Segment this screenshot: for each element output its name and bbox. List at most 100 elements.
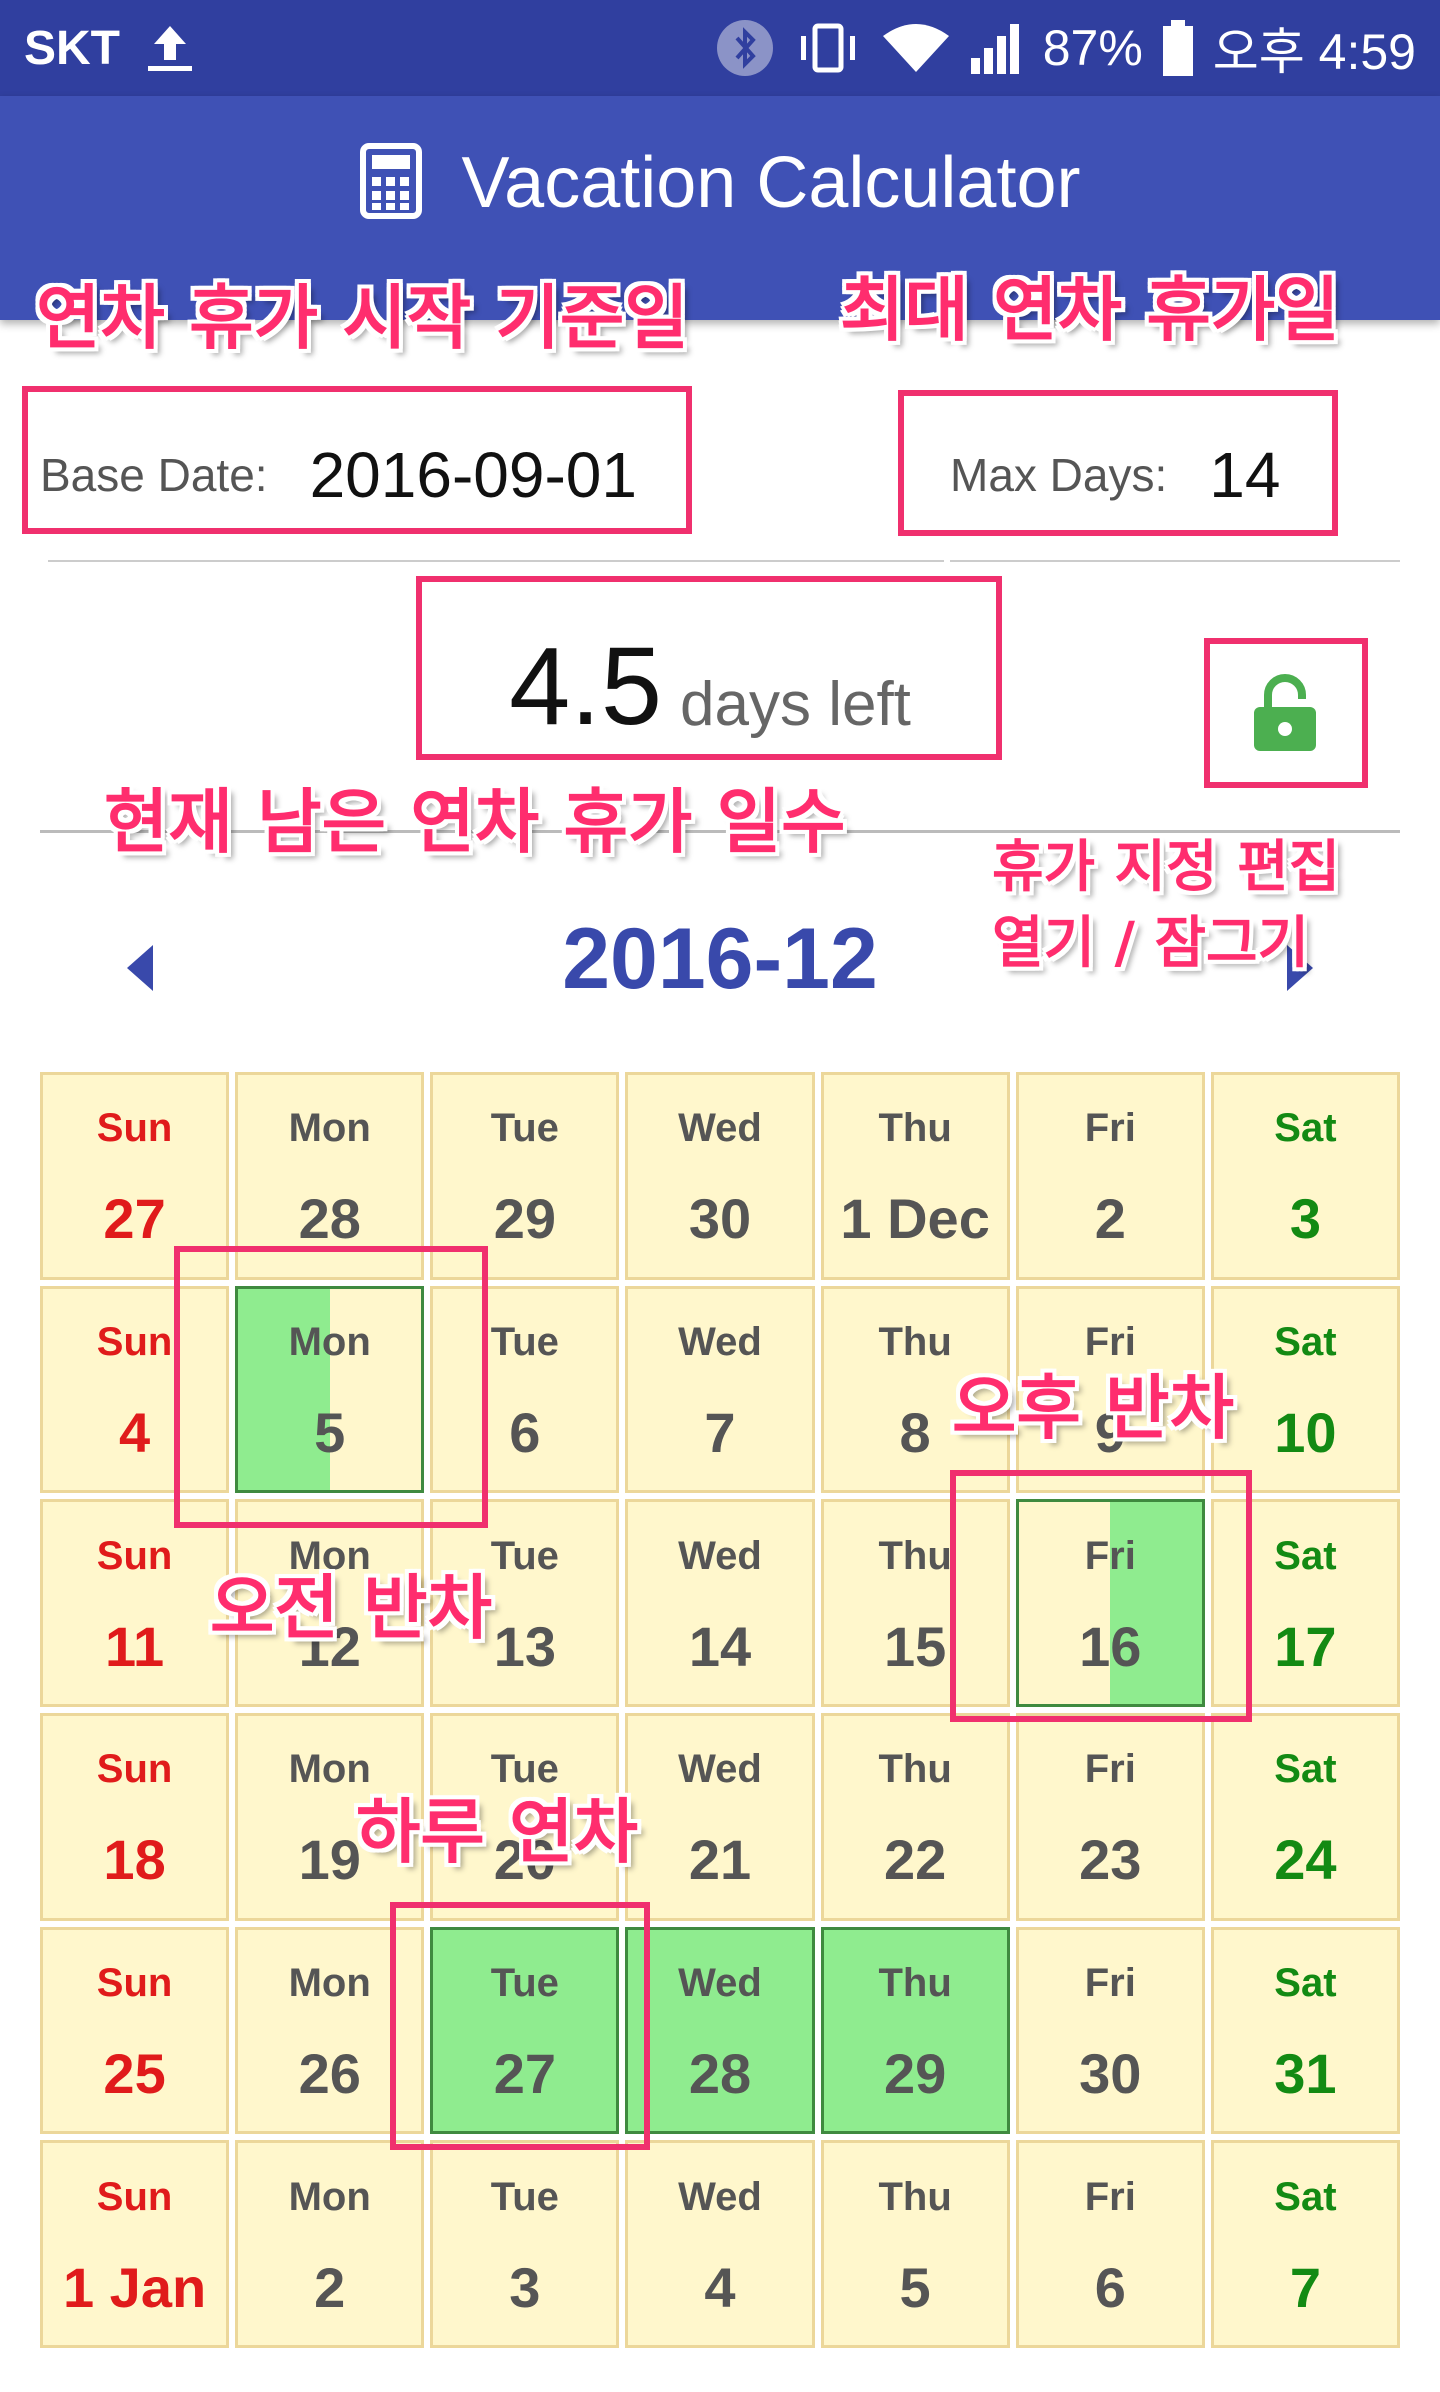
day-number-label: 22 — [883, 1828, 947, 1892]
day-number-label: 7 — [1289, 2255, 1321, 2319]
day-number-label: 21 — [688, 1828, 752, 1892]
calendar-day-cell[interactable]: Tue 29 — [430, 1072, 620, 1280]
day-name-label: Sun — [96, 1747, 173, 1792]
calendar-day-cell[interactable]: Sun 4 — [40, 1285, 230, 1494]
days-left-display: 4.5 days left — [420, 600, 1000, 750]
day-number-label: 4 — [704, 2255, 736, 2319]
annotation-lock-line2: 열기 / 잠그기 — [992, 911, 1310, 976]
calendar-day-cell[interactable]: Sun 27 — [40, 1072, 230, 1280]
lock-toggle-button[interactable] — [1210, 640, 1360, 790]
annotation-base-date: 연차 휴가 시작 기준일 — [36, 277, 689, 359]
annotation-max-days: 최대 연차 휴가일 — [840, 269, 1340, 351]
day-number-label: 16 — [1079, 1614, 1142, 1678]
calendar-day-cell[interactable]: Tue 6 — [430, 1285, 620, 1494]
day-number-label: 29 — [493, 1187, 556, 1251]
day-number-label: 8 — [899, 1400, 931, 1464]
max-days-field[interactable]: Max Days: 14 — [920, 420, 1340, 530]
calendar-day-cell[interactable]: Mon 26 — [235, 1926, 425, 2135]
day-name-label: Wed — [678, 1106, 762, 1151]
status-left: SKT — [24, 18, 200, 78]
wifi-icon — [881, 18, 951, 78]
day-name-label: Tue — [490, 1533, 559, 1578]
calendar-day-cell[interactable]: Sun 18 — [40, 1713, 230, 1921]
calendar-day-cell[interactable]: Mon 5 — [235, 1285, 425, 1494]
calendar-day-cell[interactable]: Thu 15 — [820, 1499, 1010, 1707]
day-name-label: Sat — [1274, 1961, 1337, 2006]
day-name-label: Sun — [96, 1106, 173, 1151]
day-number-label: 10 — [1274, 1400, 1337, 1464]
calendar-day-cell[interactable]: Sun 1 Jan — [40, 2140, 230, 2348]
app-title-wrap: Vacation Calculator — [359, 142, 1081, 224]
calendar-day-cell[interactable]: Tue 3 — [430, 2140, 620, 2348]
day-number-label: 31 — [1274, 2041, 1337, 2105]
calendar-day-cell[interactable]: Fri 16 — [1015, 1499, 1205, 1707]
calendar-day-cell[interactable]: Sun 11 — [40, 1499, 230, 1707]
base-date-value[interactable]: 2016-09-01 — [310, 438, 637, 512]
calendar-day-cell[interactable]: Fri 23 — [1015, 1713, 1205, 1921]
day-number-label: 27 — [493, 2041, 556, 2105]
unlocked-padlock-icon — [1250, 673, 1320, 757]
day-name-label: Thu — [878, 1747, 952, 1792]
day-number-label: 5 — [314, 1400, 346, 1464]
days-left-suffix: days left — [680, 669, 911, 739]
calendar-day-cell[interactable]: Wed 4 — [625, 2140, 815, 2348]
day-name-label: Fri — [1084, 1747, 1136, 1792]
annotation-lock-line1: 휴가 지정 편집 — [992, 835, 1341, 900]
day-name-label: Mon — [288, 1106, 371, 1151]
calendar-day-cell[interactable]: Thu 5 — [820, 2140, 1010, 2348]
calendar-day-cell[interactable]: Sat 24 — [1210, 1713, 1400, 1921]
day-name-label: Wed — [678, 1961, 762, 2006]
calendar-day-cell[interactable]: Wed 21 — [625, 1713, 815, 1921]
day-number-label: 28 — [298, 1187, 361, 1251]
day-number-label: 13 — [493, 1614, 556, 1678]
day-name-label: Sat — [1274, 2174, 1337, 2219]
day-number-label: 25 — [103, 2041, 166, 2105]
calendar-day-cell[interactable]: Fri 6 — [1015, 2140, 1205, 2348]
day-number-label: 7 — [704, 1400, 736, 1464]
day-name-label: Tue — [490, 2174, 559, 2219]
base-date-field[interactable]: Base Date: 2016-09-01 — [40, 420, 680, 530]
day-number-label: 30 — [688, 1187, 752, 1251]
calendar-day-cell[interactable]: Thu 1 Dec — [820, 1072, 1010, 1280]
calendar-day-cell[interactable]: Mon 28 — [235, 1072, 425, 1280]
battery-percent: 87% — [1042, 20, 1143, 76]
status-bar: SKT 87% 오후 4:59 — [0, 0, 1440, 96]
calendar-day-cell[interactable]: Sat 10 — [1210, 1285, 1400, 1494]
day-number-label: 2 — [1094, 1187, 1126, 1251]
calendar-day-cell[interactable]: Sat 7 — [1210, 2140, 1400, 2348]
calendar-day-cell[interactable]: Sun 25 — [40, 1926, 230, 2135]
day-name-label: Sun — [96, 1320, 173, 1365]
calendar-day-cell[interactable]: Wed 14 — [625, 1499, 815, 1707]
vibrate-icon — [793, 18, 863, 78]
bluetooth-icon — [715, 18, 775, 78]
day-name-label: Tue — [490, 1320, 559, 1365]
days-left-value: 4.5 — [509, 625, 662, 748]
calendar-day-cell[interactable]: Tue 27 — [430, 1926, 620, 2135]
day-name-label: Mon — [288, 1320, 371, 1365]
calendar-day-cell[interactable]: Fri 2 — [1015, 1072, 1205, 1280]
day-number-label: 23 — [1079, 1828, 1142, 1892]
day-number-label: 4 — [118, 1400, 151, 1464]
max-days-value[interactable]: 14 — [1209, 438, 1280, 512]
calendar-day-cell[interactable]: Fri 30 — [1015, 1926, 1205, 2135]
day-number-label: 30 — [1079, 2041, 1142, 2105]
calendar-day-cell[interactable]: Sat 3 — [1210, 1072, 1400, 1280]
calendar-day-cell[interactable]: Sat 17 — [1210, 1499, 1400, 1707]
app-title: Vacation Calculator — [461, 143, 1081, 223]
calendar-day-cell[interactable]: Mon 2 — [235, 2140, 425, 2348]
calendar-day-cell[interactable]: Thu 29 — [820, 1926, 1010, 2135]
base-date-underline — [48, 560, 944, 562]
day-number-label: 27 — [103, 1187, 166, 1251]
battery-icon — [1161, 18, 1195, 78]
calendar-day-cell[interactable]: Wed 7 — [625, 1285, 815, 1494]
day-name-label: Wed — [678, 2174, 762, 2219]
day-number-label: 28 — [688, 2041, 752, 2105]
calendar-day-cell[interactable]: Wed 30 — [625, 1072, 815, 1280]
day-name-label: Sat — [1274, 1106, 1337, 1151]
calendar-day-cell[interactable]: Wed 28 — [625, 1926, 815, 2135]
day-number-label: 14 — [688, 1614, 752, 1678]
calendar-day-cell[interactable]: Thu 22 — [820, 1713, 1010, 1921]
calendar-day-cell[interactable]: Sat 31 — [1210, 1926, 1400, 2135]
day-number-label: 2 — [314, 2255, 346, 2319]
day-number-label: 1 Jan — [62, 2255, 207, 2319]
